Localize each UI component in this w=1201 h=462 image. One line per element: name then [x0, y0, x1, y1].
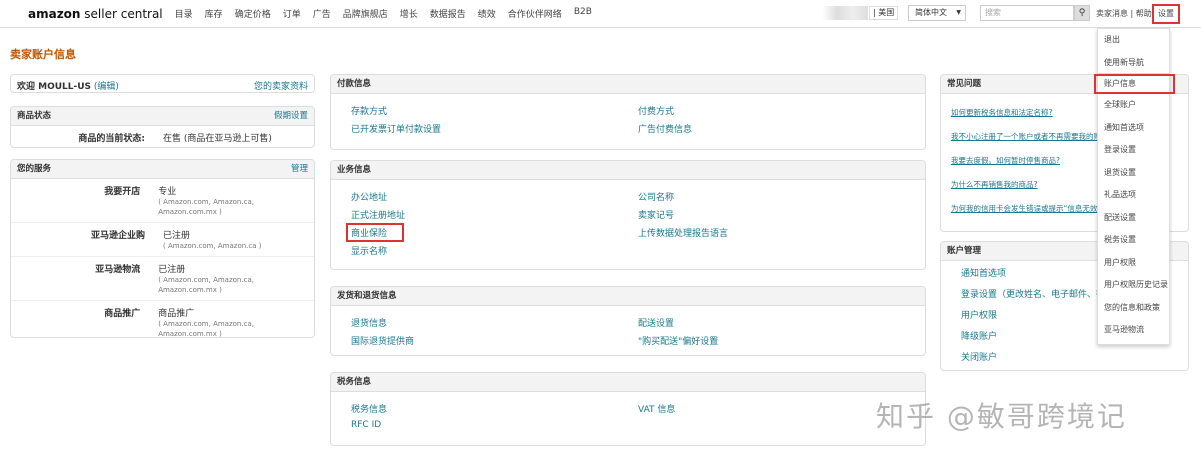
highlight-box [346, 223, 404, 242]
service-value: 商品推广 [158, 309, 195, 319]
section-title: 业务信息 [337, 165, 372, 175]
tax-link[interactable]: RFC ID [351, 420, 638, 430]
nav-item[interactable]: 确定价格 [235, 7, 271, 20]
vacation-settings-link[interactable]: 假期设置 [274, 107, 308, 125]
language-select[interactable]: 简体中文 ▼ [908, 5, 966, 21]
settings-menu-item[interactable]: 登录设置 [1098, 139, 1169, 162]
shipping-box: 发货和退货信息 退货信息 配送设置 国际退货提供商 "购买配送"偏好设置 [330, 286, 926, 356]
welcome-text: 欢迎 MOULL-US [17, 82, 92, 92]
nav-item[interactable]: 绩效 [478, 7, 496, 20]
account-management-link[interactable]: 关闭账户 [941, 350, 1188, 363]
nav-item[interactable]: 品牌旗舰店 [343, 7, 388, 20]
search-input[interactable]: 搜索 [980, 5, 1074, 21]
messages-link[interactable]: 卖家消息 [1096, 9, 1128, 18]
nav-item[interactable]: B2B [574, 7, 592, 20]
page-title: 卖家账户信息 [10, 48, 76, 61]
watermark: 知乎 @敏哥跨境记 [876, 400, 1127, 433]
settings-link[interactable]: 设置 [1152, 4, 1180, 24]
shipping-link[interactable]: "购买配送"偏好设置 [638, 334, 925, 347]
nav-item[interactable]: 合作伙伴网络 [508, 7, 562, 20]
listing-status-box: 商品状态 假期设置 商品的当前状态: 在售 (商品在亚马逊上可售) [10, 106, 315, 148]
nav-item[interactable]: 库存 [205, 7, 223, 20]
service-label: 亚马逊企业购 [90, 231, 145, 241]
settings-menu-item[interactable]: 税务设置 [1098, 229, 1169, 252]
nav-item[interactable]: 广告 [313, 7, 331, 20]
dropdown-arrow-icon: ▼ [956, 9, 961, 16]
marketplace-selector[interactable]: | 美国 [869, 6, 899, 20]
shipping-link[interactable]: 退货信息 [351, 316, 638, 329]
seller-profile-link[interactable]: 您的卖家资料 [254, 79, 308, 92]
service-value-group: 商品推广( Amazon.com, Amazon.ca, Amazon.com.… [158, 306, 314, 338]
nav-item[interactable]: 增长 [400, 7, 418, 20]
service-row: 商品推广 商品推广( Amazon.com, Amazon.ca, Amazon.… [11, 301, 314, 338]
section-title: 您的服务 [17, 164, 52, 174]
section-title: 商品状态 [17, 111, 52, 121]
search-icon[interactable]: ⚲ [1074, 5, 1090, 21]
service-label: 商品推广 [104, 309, 141, 319]
service-value-group: 已注册( Amazon.com, Amazon.ca, Amazon.com.m… [158, 262, 314, 295]
settings-menu-item[interactable]: 用户权限 [1098, 252, 1169, 275]
service-value: 已注册 [158, 265, 186, 275]
nav-item[interactable]: 订单 [283, 7, 301, 20]
service-row: 我要开店 专业( Amazon.com, Amazon.ca, Amazon.co… [11, 179, 314, 223]
tax-link[interactable]: 税务信息 [351, 402, 638, 415]
service-value-group: 已注册( Amazon.com, Amazon.ca ) [163, 228, 261, 251]
section-title: 常见问题 [947, 79, 982, 89]
settings-dropdown-menu: 退出 使用新导航 账户信息 全球账户 通知首选项 登录设置 退货设置 礼品选项 配送设置 税务设置… [1094, 28, 1175, 345]
service-row: 亚马逊企业购 已注册( Amazon.com, Amazon.ca ) [11, 223, 314, 257]
edit-link[interactable]: (编辑) [94, 82, 119, 92]
payment-link[interactable]: 付费方式 [638, 104, 925, 117]
service-marketplaces: ( Amazon.com, Amazon.ca, Amazon.com.mx ) [158, 320, 254, 338]
business-link[interactable]: 上传数据处理报告语言 [638, 226, 925, 239]
manage-link[interactable]: 管理 [291, 160, 308, 178]
payment-link[interactable]: 已开发票订单付款设置 [351, 122, 638, 135]
service-row: 亚马逊物流 已注册( Amazon.com, Amazon.ca, Amazon.… [11, 257, 314, 301]
business-link[interactable]: 正式注册地址 [351, 208, 638, 221]
settings-menu-item[interactable]: 退出 [1098, 29, 1169, 52]
service-label: 亚马逊物流 [95, 265, 141, 275]
service-value: 专业 [158, 187, 177, 197]
service-marketplaces: ( Amazon.com, Amazon.ca ) [163, 242, 262, 250]
settings-menu-item[interactable]: 账户信息 [1094, 74, 1175, 94]
amazon-seller-central-logo[interactable]: amazon seller central [28, 7, 163, 21]
section-title: 账户管理 [947, 246, 982, 256]
business-link[interactable]: 公司名称 [638, 190, 925, 203]
payment-link[interactable]: 存款方式 [351, 104, 638, 117]
business-link[interactable]: 显示名称 [351, 244, 638, 257]
settings-menu-item[interactable]: 礼品选项 [1098, 184, 1169, 207]
shipping-link[interactable]: 国际退货提供商 [351, 334, 638, 347]
settings-menu-item[interactable]: 用户权限历史记录 [1098, 274, 1169, 297]
settings-menu-item[interactable]: 您的信息和政策 [1098, 297, 1169, 320]
section-title: 付款信息 [337, 79, 372, 89]
payment-link[interactable]: 广告付费信息 [638, 122, 925, 135]
business-link[interactable]: 卖家记号 [638, 208, 925, 221]
service-marketplaces: ( Amazon.com, Amazon.ca, Amazon.com.mx ) [158, 276, 254, 294]
blurred-account-name [822, 6, 868, 20]
nav-item[interactable]: 数据报告 [430, 7, 466, 20]
status-label: 商品的当前状态: [78, 134, 145, 144]
service-label: 我要开店 [104, 187, 141, 197]
settings-menu-item[interactable]: 配送设置 [1098, 207, 1169, 230]
shipping-link[interactable]: 配送设置 [638, 316, 925, 329]
payment-box: 付款信息 存款方式 付费方式 已开发票订单付款设置 广告付费信息 [330, 74, 926, 150]
business-box: 业务信息 办公地址 公司名称 正式注册地址 卖家记号 商业保险 上传数据处理报告语言 显示名… [330, 160, 926, 270]
settings-menu-item[interactable]: 亚马逊物流 [1098, 319, 1169, 342]
service-marketplaces: ( Amazon.com, Amazon.ca, Amazon.com.mx ) [158, 198, 254, 216]
main-nav: 目录 库存 确定价格 订单 广告 品牌旗舰店 增长 数据报告 绩效 合作伙伴网络 B2B [175, 7, 592, 20]
service-value-group: 专业( Amazon.com, Amazon.ca, Amazon.com.mx… [158, 184, 314, 217]
settings-menu-item[interactable]: 全球账户 [1098, 94, 1169, 117]
service-value: 已注册 [163, 231, 191, 241]
section-title: 税务信息 [337, 377, 372, 387]
section-title: 发货和退货信息 [337, 291, 397, 301]
settings-menu-item[interactable]: 通知首选项 [1098, 117, 1169, 140]
nav-item[interactable]: 目录 [175, 7, 193, 20]
settings-menu-item[interactable]: 退货设置 [1098, 162, 1169, 185]
help-link[interactable]: 帮助 [1136, 9, 1152, 18]
status-value: 在售 (商品在亚马逊上可售) [163, 134, 272, 144]
settings-menu-item[interactable]: 使用新导航 [1098, 52, 1169, 74]
tax-box: 税务信息 税务信息 VAT 信息 RFC ID [330, 372, 926, 446]
business-link[interactable]: 办公地址 [351, 190, 638, 203]
welcome-box: 欢迎 MOULL-US (编辑) 您的卖家资料 [10, 74, 315, 93]
services-box: 您的服务 管理 我要开店 专业( Amazon.com, Amazon.ca, Am… [10, 159, 315, 338]
